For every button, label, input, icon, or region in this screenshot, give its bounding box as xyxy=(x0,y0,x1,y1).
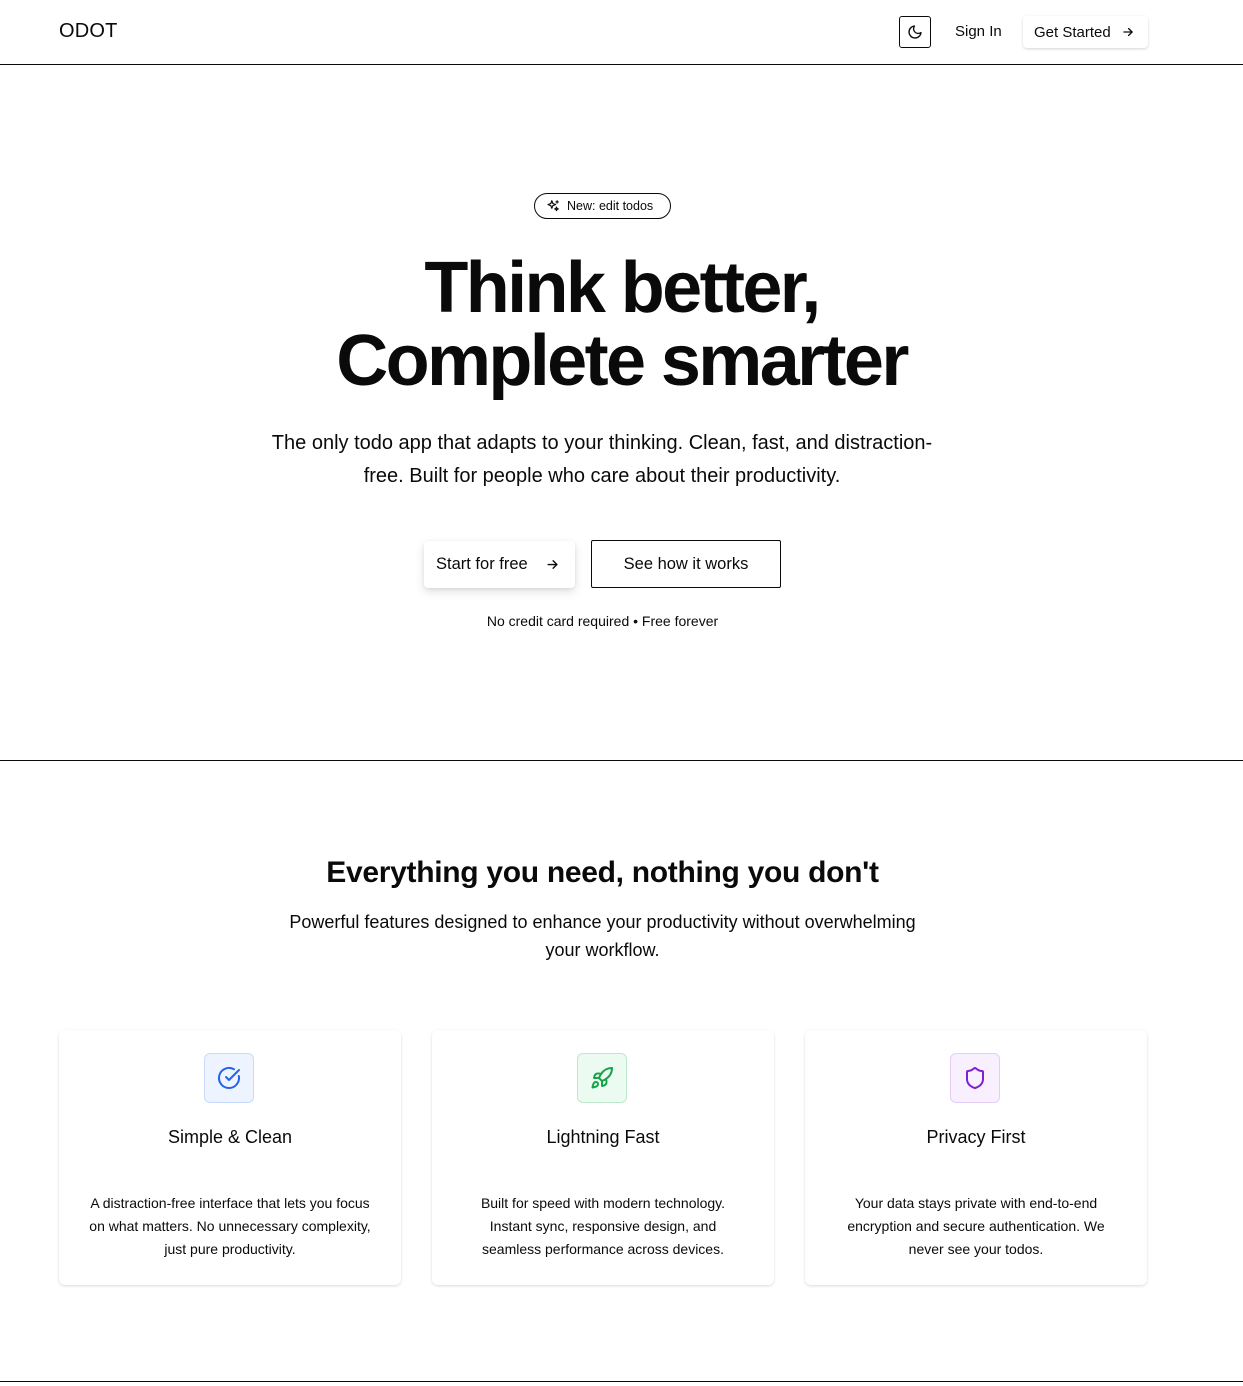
hero-title-line-1: Think better, xyxy=(424,248,821,328)
feature-card-description: Your data stays private with end-to-end … xyxy=(847,1195,1105,1257)
moon-icon xyxy=(907,24,923,40)
logo[interactable]: ODOT xyxy=(59,20,118,43)
rocket-icon xyxy=(590,1066,614,1090)
section-divider xyxy=(0,1381,1243,1382)
hero-title-line-2: Complete smarter xyxy=(336,321,909,401)
get-started-label: Get Started xyxy=(1034,23,1111,41)
announcement-badge[interactable]: New: edit todos xyxy=(534,193,671,219)
feature-icon-box xyxy=(204,1053,254,1103)
feature-card-privacy-first: Privacy First Your data stays private wi… xyxy=(805,1030,1147,1285)
section-divider xyxy=(0,760,1243,761)
feature-icon-box xyxy=(950,1053,1000,1103)
feature-icon-box xyxy=(577,1053,627,1103)
check-circle-icon xyxy=(217,1066,241,1090)
sign-in-link[interactable]: Sign In xyxy=(955,23,1002,40)
feature-card-description: Built for speed with modern technology. … xyxy=(480,1195,726,1257)
arrow-right-icon xyxy=(545,557,560,572)
start-for-free-label: Start for free xyxy=(436,555,528,573)
feature-card-title: Simple & Clean xyxy=(167,1127,293,1147)
feature-card-title: Lightning Fast xyxy=(546,1127,660,1147)
hero-title: Think better, Complete smarter xyxy=(0,252,1243,398)
start-for-free-button[interactable]: Start for free xyxy=(424,541,575,588)
badge-label: New: edit todos xyxy=(567,199,654,213)
site-header: ODOT Sign In Get Started xyxy=(0,0,1243,65)
arrow-right-icon xyxy=(1121,25,1135,39)
shield-icon xyxy=(963,1066,987,1090)
theme-toggle-button[interactable] xyxy=(899,16,931,48)
feature-card-simple-clean: Simple & Clean A distraction-free interf… xyxy=(59,1030,401,1285)
get-started-button[interactable]: Get Started xyxy=(1023,16,1148,48)
features-subtitle: Powerful features designed to enhance yo… xyxy=(289,912,916,960)
hero-note: No credit card required • Free forever xyxy=(486,613,719,629)
see-how-it-works-button[interactable]: See how it works xyxy=(591,540,781,588)
hero-subtitle: The only todo app that adapts to your th… xyxy=(271,432,933,487)
features-title: Everything you need, nothing you don't xyxy=(326,856,879,889)
sparkles-icon xyxy=(546,199,560,213)
feature-card-lightning-fast: Lightning Fast Built for speed with mode… xyxy=(432,1030,774,1285)
feature-card-description: A distraction-free interface that lets y… xyxy=(89,1195,371,1257)
feature-card-title: Privacy First xyxy=(926,1127,1026,1147)
